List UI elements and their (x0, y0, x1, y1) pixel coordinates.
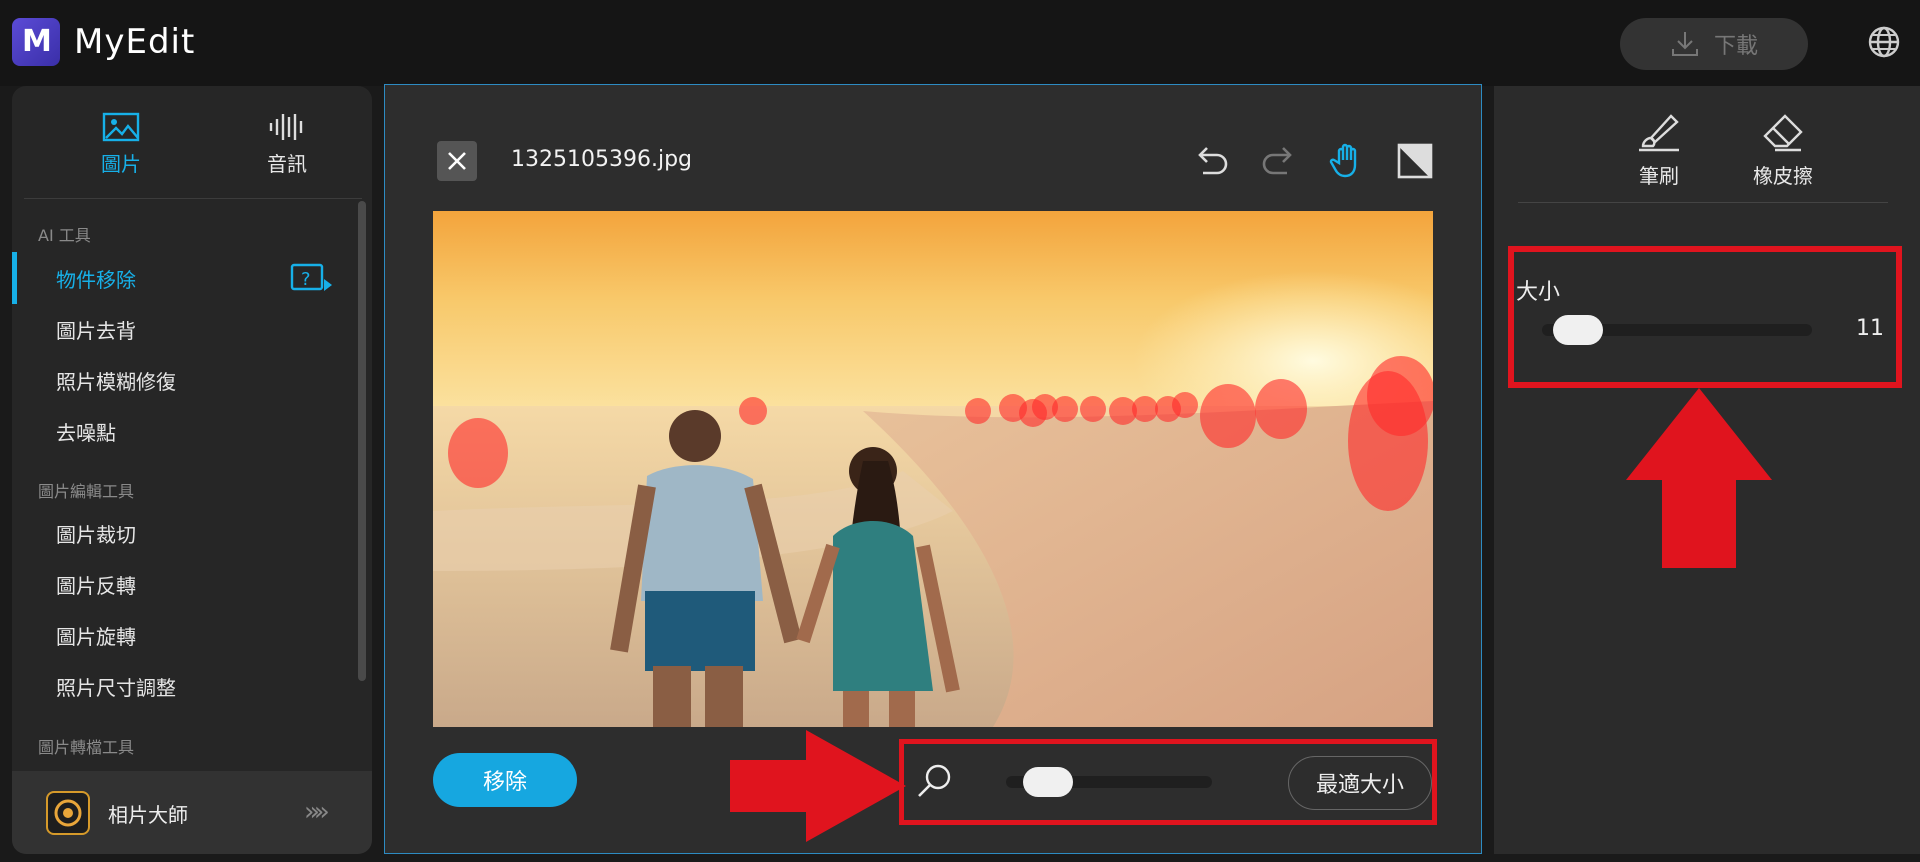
logo-letter: M (22, 24, 52, 59)
brush-icon (1639, 114, 1679, 152)
tab-audio-label: 音訊 (267, 152, 307, 176)
menu-item-blur-fix[interactable]: 照片模糊修復 (56, 366, 176, 395)
size-label: 大小 (1516, 280, 1561, 305)
svg-text:?: ? (301, 269, 311, 290)
editor-panel: 1325105396.jpg 移除 最適大小 (384, 84, 1482, 854)
photodirector-icon (46, 791, 90, 835)
compare-icon[interactable] (1395, 141, 1435, 181)
audio-wave-icon (269, 114, 303, 140)
sidebar-divider (24, 198, 362, 199)
redo-icon[interactable] (1259, 141, 1299, 181)
section-convert-tools: 圖片轉檔工具 (38, 738, 135, 757)
tab-image[interactable]: 圖片 (66, 112, 176, 177)
brush-label: 筆刷 (1639, 164, 1679, 188)
zoom-slider-knob[interactable] (1022, 767, 1073, 797)
eraser-tool[interactable]: 橡皮擦 (1738, 112, 1828, 189)
promo-label: 相片大師 (108, 803, 188, 827)
active-indicator (12, 252, 17, 304)
panel-divider (1518, 202, 1888, 203)
zoom-controls-highlight: 最適大小 (899, 739, 1437, 825)
myedit-logo[interactable]: M (12, 18, 60, 66)
eraser-icon (1763, 114, 1803, 152)
section-edit-tools: 圖片編輯工具 (38, 482, 135, 501)
tab-audio[interactable]: 音訊 (232, 112, 342, 177)
menu-item-bg-removal[interactable]: 圖片去背 (56, 315, 136, 344)
annotation-arrow-right (730, 730, 906, 842)
annotation-arrow-up (1626, 388, 1772, 568)
brush-size-highlight: 大小 11 (1508, 246, 1902, 388)
sidebar-scrollbar[interactable] (358, 201, 366, 681)
left-sidebar: 圖片 音訊 AI 工具 物件移除 ? 圖片去背 照片模糊修復 去噪點 圖片編輯工… (12, 86, 372, 854)
download-button[interactable]: 下載 (1620, 18, 1808, 70)
menu-item-denoise[interactable]: 去噪點 (56, 417, 116, 446)
close-icon (448, 152, 466, 170)
photo-canvas[interactable] (433, 211, 1433, 727)
download-icon (1671, 32, 1698, 56)
menu-item-resize[interactable]: 照片尺寸調整 (56, 672, 176, 701)
tab-image-label: 圖片 (101, 152, 141, 176)
size-slider-knob[interactable] (1553, 315, 1603, 345)
section-ai-tools: AI 工具 (38, 226, 91, 245)
size-value: 11 (1856, 316, 1884, 341)
video-help-icon[interactable]: ? (290, 263, 334, 293)
close-button[interactable] (437, 141, 477, 181)
eraser-label: 橡皮擦 (1753, 164, 1813, 188)
brush-tool[interactable]: 筆刷 (1614, 112, 1704, 189)
zoom-search-icon[interactable] (914, 762, 954, 802)
menu-item-object-removal[interactable]: 物件移除 (56, 264, 136, 293)
image-icon (102, 112, 140, 142)
double-chevron-icon: »» (304, 797, 330, 827)
app-title: MyEdit (74, 22, 196, 62)
top-bar: M MyEdit 下載 (0, 0, 1920, 86)
right-panel: 筆刷 橡皮擦 大小 11 (1494, 86, 1920, 854)
media-tabs: 圖片 音訊 (12, 86, 372, 198)
menu-item-rotate[interactable]: 圖片旋轉 (56, 621, 136, 650)
undo-icon[interactable] (1191, 141, 1231, 181)
remove-button[interactable]: 移除 (433, 753, 577, 807)
globe-icon[interactable] (1866, 24, 1902, 60)
fit-size-button[interactable]: 最適大小 (1288, 756, 1432, 810)
hand-icon[interactable] (1327, 141, 1367, 181)
file-name: 1325105396.jpg (511, 147, 693, 172)
menu-item-flip[interactable]: 圖片反轉 (56, 570, 136, 599)
menu-item-crop[interactable]: 圖片裁切 (56, 519, 136, 548)
promo-photodirector[interactable]: 相片大師 »» (12, 771, 372, 854)
download-label: 下載 (1713, 34, 1758, 59)
